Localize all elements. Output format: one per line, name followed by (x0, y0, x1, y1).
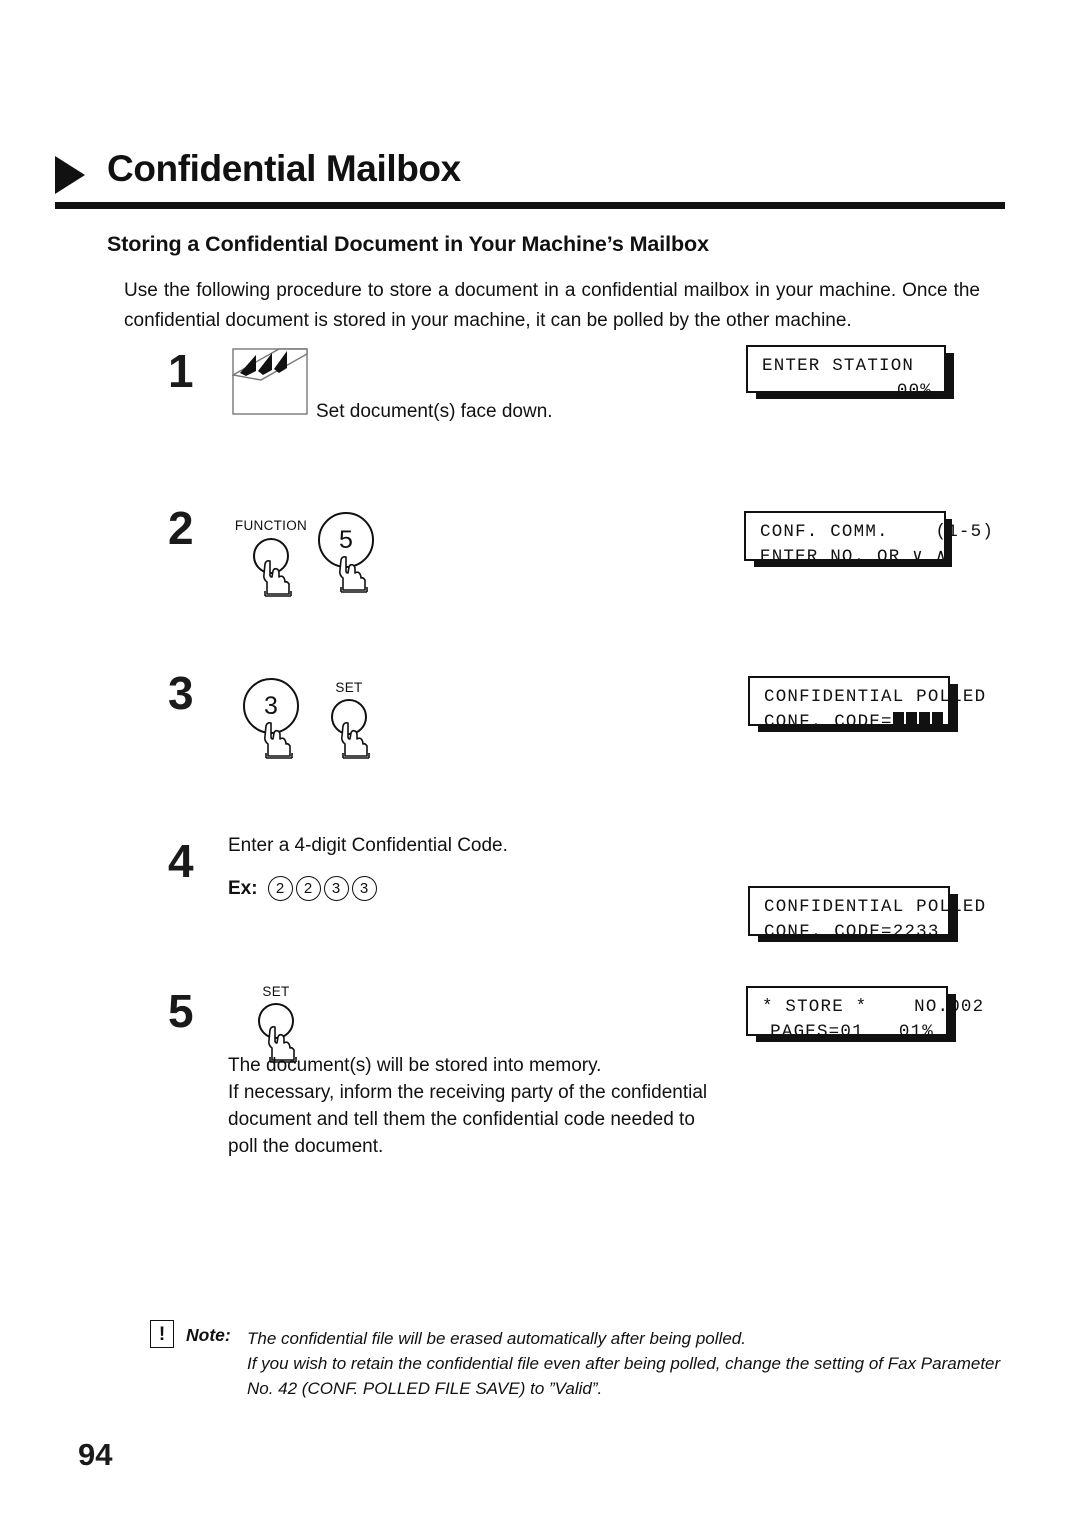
pointing-hand-icon (334, 554, 374, 598)
intro-paragraph: Use the following procedure to store a d… (124, 280, 980, 331)
exclamation-icon: ! (150, 1320, 174, 1348)
note-label: Note: (186, 1325, 231, 1345)
page-title: Confidential Mailbox (107, 148, 461, 189)
lcd-5-line-2: PAGES=01 01% (770, 1022, 934, 1042)
lcd-3-line-1: CONFIDENTIAL POLLED (764, 687, 987, 707)
step-4-number: 4 (168, 835, 194, 887)
example-digit-1: 2 (267, 876, 293, 901)
example-label: Ex: (228, 877, 258, 899)
example-digit-2: 2 (295, 876, 321, 901)
lcd-3-line-2-prefix: CONF. CODE= (764, 712, 893, 732)
step-5-number: 5 (168, 985, 194, 1037)
title-divider (55, 202, 1005, 209)
lcd-display-step-2: CONF. COMM. (1-5) ENTER NO. OR ∨ ∧ (744, 511, 995, 567)
step-4-caption: Enter a 4-digit Confidential Code. (228, 835, 508, 856)
set-key-label: SET (335, 680, 363, 695)
lcd-4-line-2: CONF. CODE=2233 (764, 922, 940, 942)
code-block-cursor (892, 712, 904, 729)
pointing-hand-icon (258, 558, 298, 602)
code-block-cursor (905, 712, 917, 729)
note-text: The confidential file will be erased aut… (247, 1329, 1001, 1398)
lcd-display-step-5: * STORE * NO.002 PAGES=01 01% (746, 986, 985, 1042)
lcd-4-line-1: CONFIDENTIAL POLLED (764, 897, 987, 917)
section-heading: Storing a Confidential Document in Your … (107, 232, 709, 256)
lcd-1-line-1: ENTER STATION (762, 356, 915, 376)
document-tray-icon (230, 348, 316, 416)
example-digit-4: 3 (351, 876, 377, 901)
lcd-display-step-4: CONFIDENTIAL POLLED CONF. CODE=2233 (748, 886, 987, 942)
example-code-row: Ex: 2 2 3 3 (228, 876, 377, 901)
pointing-hand-icon (336, 720, 376, 764)
code-block-cursor (931, 712, 943, 729)
example-digit-3: 3 (323, 876, 349, 901)
lcd-3-line-2: CONF. CODE= (764, 710, 943, 735)
function-key-label: FUNCTION (234, 518, 308, 533)
set-key-label: SET (262, 984, 290, 999)
lcd-1-line-2: 00% (896, 381, 932, 401)
pointing-hand-icon (259, 720, 299, 764)
lcd-2-line-1: CONF. COMM. (1-5) (760, 522, 995, 542)
lcd-display-step-1: ENTER STATION 00% (746, 345, 946, 401)
step-3-number: 3 (168, 667, 194, 719)
page-title-block: Confidential Mailbox (55, 148, 1005, 214)
code-entry-blocks (892, 712, 945, 732)
triangle-arrow-icon (55, 156, 85, 194)
step-2-number: 2 (168, 502, 194, 554)
step-1-number: 1 (168, 345, 194, 397)
code-block-cursor (918, 712, 930, 729)
lcd-5-line-1: * STORE * NO.002 (762, 997, 985, 1017)
step-5-caption: The document(s) will be stored into memo… (228, 1055, 708, 1157)
step-1-caption: Set document(s) face down. (316, 401, 553, 422)
page-number: 94 (78, 1437, 113, 1472)
lcd-2-line-2: ENTER NO. OR ∨ ∧ (760, 547, 948, 567)
lcd-display-step-3: CONFIDENTIAL POLLED CONF. CODE= (748, 676, 987, 732)
